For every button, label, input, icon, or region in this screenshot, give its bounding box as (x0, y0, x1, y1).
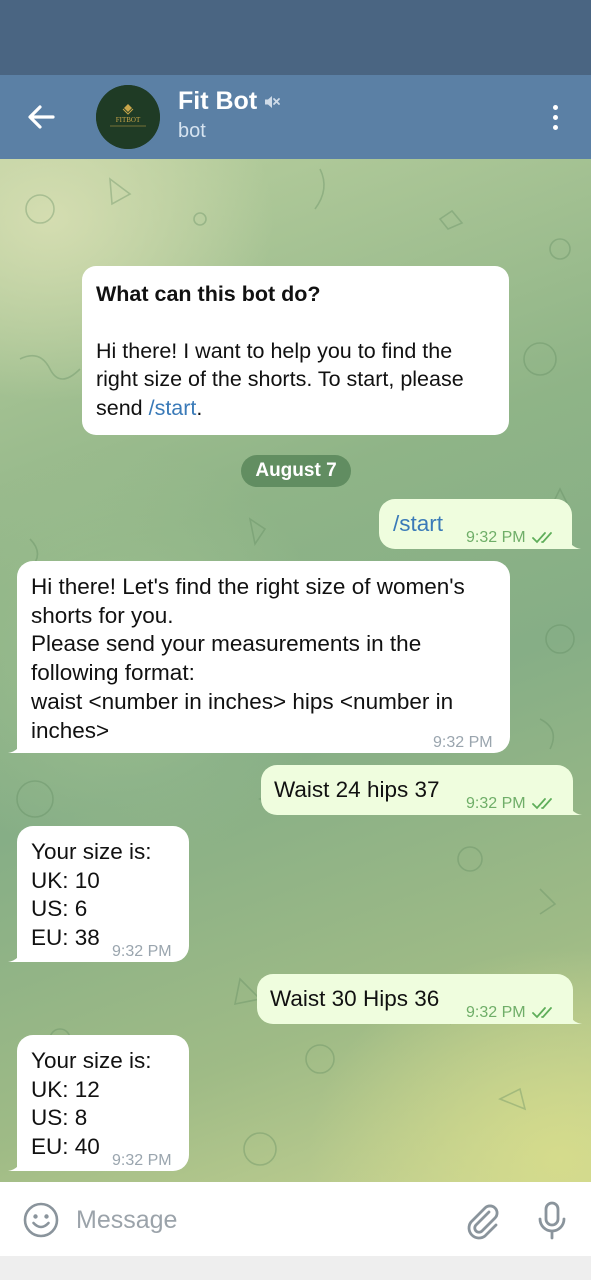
message-text: Your size is: UK: 12 US: 8 EU: 40 (31, 1048, 152, 1160)
info-card-title: What can this bot do? (96, 282, 321, 306)
message-text[interactable]: /start (393, 510, 443, 539)
more-vertical-icon[interactable] (537, 97, 573, 137)
start-command-link[interactable]: /start (149, 396, 197, 420)
message-time: 9:32 PM (466, 795, 526, 812)
bot-avatar[interactable]: FITBOT (96, 85, 160, 149)
message-composer (0, 1182, 591, 1256)
message-time: 9:32 PM (112, 943, 172, 960)
message-input[interactable] (76, 1200, 446, 1240)
microphone-icon[interactable] (534, 1200, 570, 1240)
system-nav-strip (0, 1256, 591, 1280)
chat-subtitle: bot (178, 120, 206, 142)
back-button[interactable] (22, 99, 60, 135)
bot-info-card: What can this bot do? Hi there! I want t… (82, 266, 509, 435)
chat-area[interactable]: What can this bot do? Hi there! I want t… (0, 159, 591, 1182)
paperclip-icon[interactable] (462, 1200, 502, 1240)
muted-speaker-icon (263, 93, 281, 111)
svg-text:FITBOT: FITBOT (116, 116, 141, 124)
message-time: 9:32 PM (466, 1004, 526, 1021)
chat-title[interactable]: Fit Bot (178, 87, 257, 116)
message-text: Hi there! Let's find the right size of w… (31, 574, 465, 743)
double-check-icon (531, 797, 552, 810)
message-bubble-outgoing[interactable]: Waist 30 Hips 36 9:32 PM (257, 974, 582, 1024)
message-text: Your size is: UK: 10 US: 6 EU: 38 (31, 839, 152, 951)
date-separator: August 7 (241, 455, 351, 487)
message-bubble-incoming[interactable]: Your size is: UK: 12 US: 8 EU: 40 9:32 P… (8, 1035, 189, 1171)
status-bar (0, 0, 591, 75)
info-card-text: Hi there! I want to help you to find the… (96, 338, 464, 420)
message-bubble-incoming[interactable]: Your size is: UK: 10 US: 6 EU: 38 9:32 P… (8, 826, 189, 962)
message-time: 9:32 PM (466, 529, 526, 546)
arrow-left-icon (28, 105, 55, 129)
message-text: Waist 30 Hips 36 (270, 986, 440, 1011)
chat-header: FITBOT Fit Bot bot (0, 75, 591, 159)
message-time: 9:32 PM (112, 1152, 172, 1169)
smiley-icon[interactable] (22, 1201, 60, 1239)
message-time: 9:32 PM (433, 734, 493, 751)
message-bubble-incoming[interactable]: Hi there! Let's find the right size of w… (8, 561, 510, 753)
message-text: Waist 24 hips 37 (274, 777, 440, 802)
message-bubble-outgoing[interactable]: Waist 24 hips 37 9:32 PM (261, 765, 582, 815)
double-check-icon (531, 1006, 552, 1019)
message-bubble-outgoing[interactable]: /start 9:32 PM (379, 499, 581, 549)
double-check-icon (531, 531, 552, 544)
